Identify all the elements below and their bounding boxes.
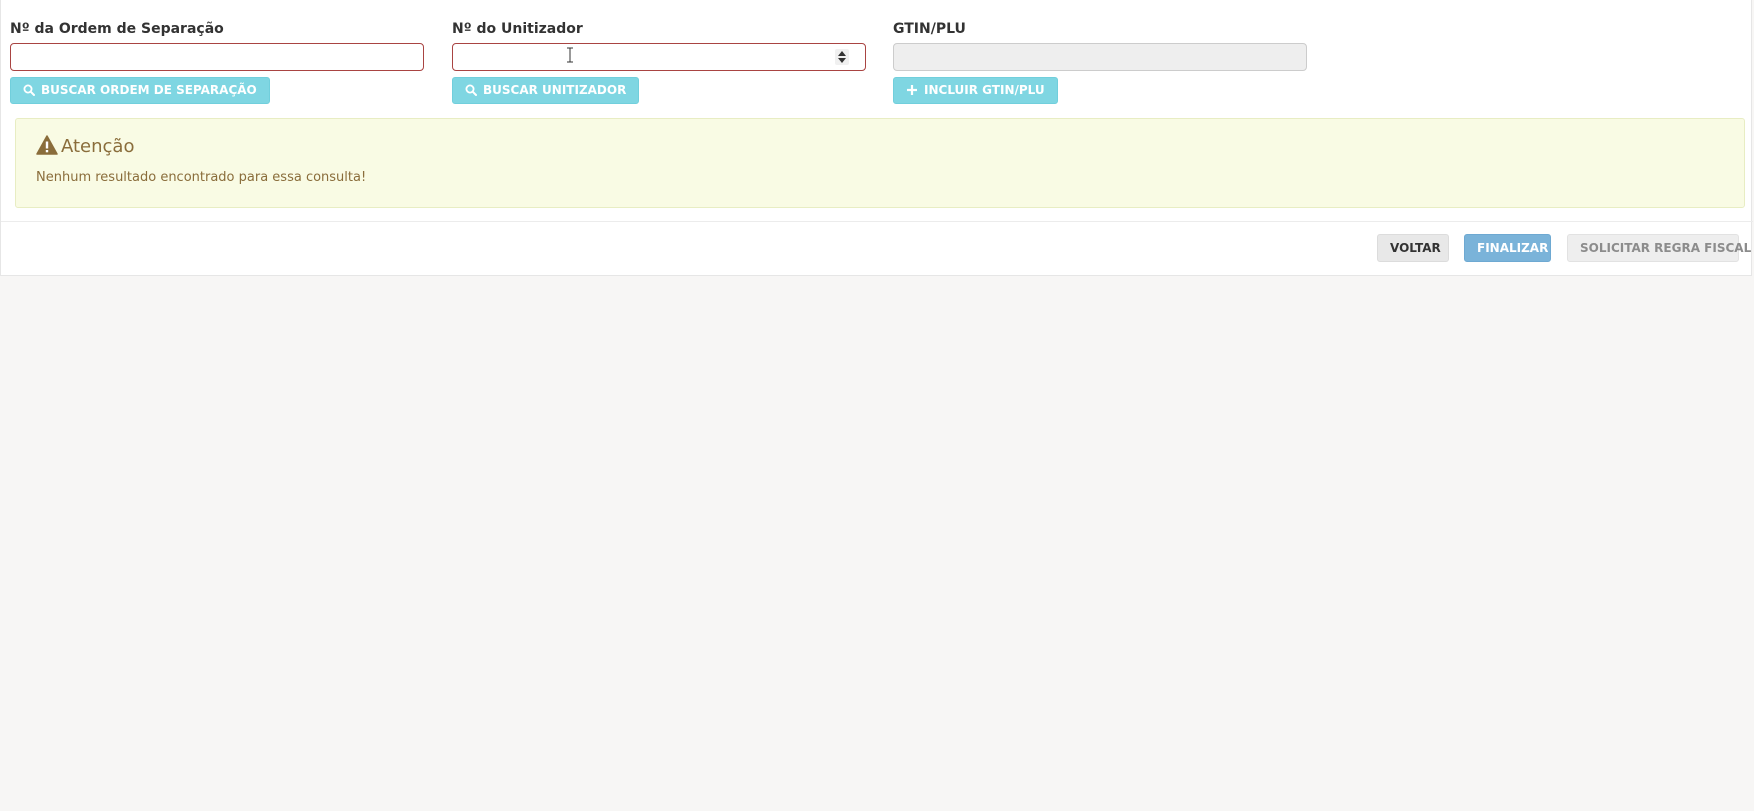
- alert-message: Nenhum resultado encontrado para essa co…: [36, 170, 367, 185]
- ordem-separacao-label: Nº da Ordem de Separação: [10, 21, 224, 37]
- unitizador-input[interactable]: [452, 43, 866, 71]
- text-cursor-icon: [567, 47, 573, 63]
- plus-icon: [907, 85, 917, 95]
- buscar-ordem-label: BUSCAR ORDEM DE SEPARAÇÃO: [41, 83, 257, 97]
- incluir-gtin-label: INCLUIR GTIN/PLU: [924, 83, 1045, 97]
- search-panel: Nº da Ordem de Separação BUSCAR ORDEM DE…: [0, 0, 1753, 276]
- spinner-down-icon[interactable]: [838, 58, 846, 63]
- number-spinner[interactable]: [835, 49, 849, 65]
- warning-alert: Atenção Nenhum resultado encontrado para…: [15, 118, 1745, 208]
- footer-divider: [1, 221, 1753, 222]
- search-icon: [23, 84, 35, 96]
- buscar-ordem-button[interactable]: BUSCAR ORDEM DE SEPARAÇÃO: [10, 77, 270, 104]
- unitizador-label: Nº do Unitizador: [452, 21, 583, 37]
- solicitar-regra-fiscal-button[interactable]: SOLICITAR REGRA FISCAL: [1567, 234, 1751, 262]
- finalizar-button[interactable]: FINALIZAR: [1464, 234, 1551, 262]
- buscar-unitizador-label: BUSCAR UNITIZADOR: [483, 83, 627, 97]
- spinner-up-icon[interactable]: [838, 51, 846, 56]
- gtin-plu-label: GTIN/PLU: [893, 21, 966, 37]
- voltar-button[interactable]: VOLTAR: [1377, 234, 1449, 262]
- gtin-plu-input: [893, 43, 1307, 71]
- buscar-unitizador-button[interactable]: BUSCAR UNITIZADOR: [452, 77, 640, 104]
- alert-title: Atenção: [36, 135, 134, 158]
- alert-title-text: Atenção: [61, 136, 135, 157]
- incluir-gtin-button[interactable]: INCLUIR GTIN/PLU: [893, 77, 1058, 104]
- search-icon: [465, 84, 477, 96]
- ordem-separacao-input[interactable]: [10, 43, 424, 71]
- warning-icon: [36, 135, 58, 155]
